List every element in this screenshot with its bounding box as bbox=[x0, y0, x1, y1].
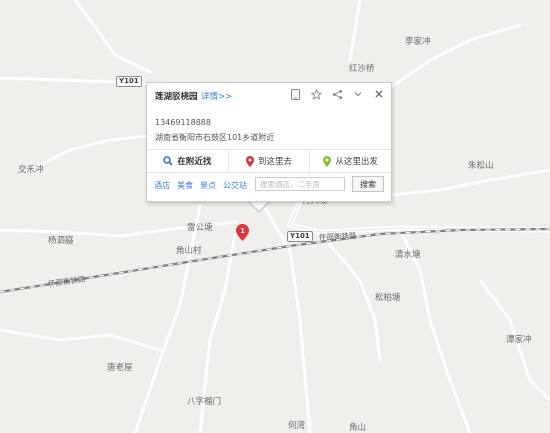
share-icon[interactable] bbox=[331, 88, 343, 100]
place-label: 杨泗嶷 bbox=[48, 236, 74, 246]
route-from-button[interactable]: 从这里出发 bbox=[309, 150, 391, 172]
place-label: 何湾 bbox=[288, 421, 306, 431]
place-label: 李家冲 bbox=[405, 37, 431, 47]
road-network bbox=[0, 0, 550, 433]
place-label: 谭家冲 bbox=[506, 335, 532, 345]
road-shield-y101: Y101 bbox=[116, 76, 142, 87]
place-label: 交禾冲 bbox=[18, 165, 44, 175]
close-icon[interactable] bbox=[373, 88, 385, 100]
destination-pin-icon bbox=[246, 155, 254, 167]
poi-address: 湖南省衡阳市石鼓区101乡道附近 bbox=[155, 133, 275, 142]
tab-hotel[interactable]: 酒店 bbox=[154, 180, 170, 191]
place-label: 朱松山 bbox=[468, 161, 494, 171]
search-icon bbox=[163, 156, 173, 166]
origin-pin-icon bbox=[323, 155, 332, 167]
place-label: 清水塘 bbox=[395, 250, 421, 260]
popup-icon-bar bbox=[289, 88, 385, 100]
tab-bus-stop[interactable]: 公交站 bbox=[223, 180, 247, 191]
railway-label: 怀邵衡铁路 bbox=[318, 231, 357, 242]
place-label: 松柏塘 bbox=[375, 293, 401, 303]
place-label: 雷公塘 bbox=[187, 223, 213, 233]
poi-title: 莲湖驳桡园 bbox=[155, 92, 198, 102]
location-marker[interactable]: 1 bbox=[236, 224, 249, 241]
search-button[interactable]: 搜索 bbox=[352, 176, 384, 192]
route-to-button[interactable]: 到这里去 bbox=[227, 150, 310, 172]
route-to-label: 到这里去 bbox=[258, 157, 293, 167]
place-label: 红沙桥 bbox=[349, 64, 375, 74]
star-icon[interactable] bbox=[310, 88, 322, 100]
route-from-label: 从这里出发 bbox=[335, 157, 378, 167]
poi-phone: 13469118888 bbox=[155, 118, 211, 127]
nearby-search-label: 在附近找 bbox=[177, 157, 212, 167]
route-action-bar: 在附近找 到这里去 从这里出发 bbox=[147, 149, 391, 173]
collapse-icon[interactable] bbox=[352, 88, 364, 100]
info-window: 莲湖驳桡园 详情>> 13469118888 湖南省衡阳市石鼓区101乡道附近 bbox=[146, 82, 392, 202]
phone-icon[interactable] bbox=[289, 88, 301, 100]
tab-scenic[interactable]: 景点 bbox=[200, 180, 216, 191]
nearby-search-input[interactable] bbox=[255, 177, 345, 191]
category-tabs: 酒店 美食 景点 公交站 bbox=[154, 180, 247, 191]
road-shield-y101: Y101 bbox=[287, 231, 313, 242]
marker-number: 1 bbox=[240, 227, 245, 235]
tab-food[interactable]: 美食 bbox=[177, 180, 193, 191]
place-label: 角山村 bbox=[176, 246, 202, 256]
place-label: 角山 bbox=[349, 423, 367, 433]
map-canvas[interactable]: Y101 Y101 怀邵衡铁路 怀邵衡铁路 李家冲 红沙桥 交禾冲 朱松山 雷公… bbox=[0, 0, 550, 433]
details-link[interactable]: 详情>> bbox=[201, 90, 232, 102]
place-label: 八字榴门 bbox=[187, 397, 222, 407]
place-label: 唐老屋 bbox=[107, 363, 133, 373]
nearby-search-button[interactable]: 在附近找 bbox=[147, 150, 228, 172]
